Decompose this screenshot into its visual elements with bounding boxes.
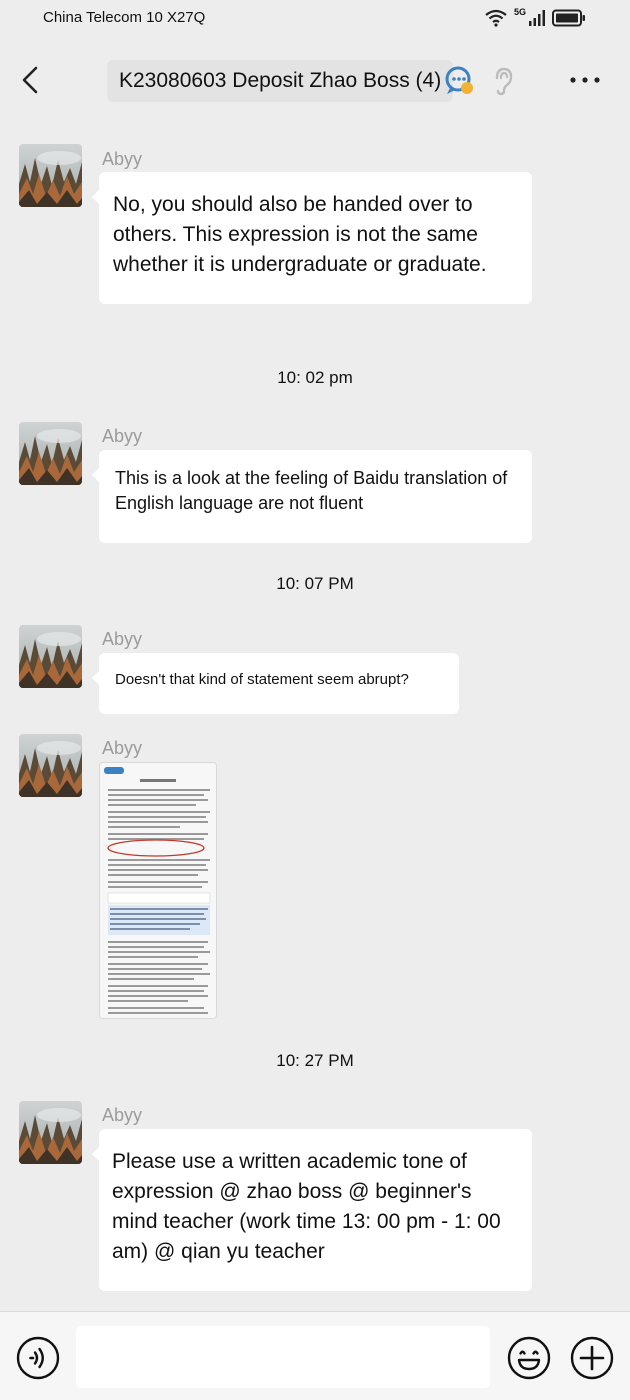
message-text: Please use a written academic tone of ex…: [112, 1150, 501, 1263]
wifi-icon: [485, 9, 507, 27]
voice-icon[interactable]: [16, 1336, 60, 1380]
emoji-icon[interactable]: [507, 1336, 551, 1380]
timestamp: 10: 02 pm: [277, 368, 353, 387]
plus-icon[interactable]: [570, 1336, 614, 1380]
avatar[interactable]: [19, 422, 82, 485]
more-icon[interactable]: [565, 68, 605, 92]
sender-name: Abyy: [102, 629, 143, 649]
message-text: This is a look at the feeling of Baidu t…: [115, 468, 508, 513]
network-label: 5G: [513, 7, 526, 17]
image-message[interactable]: [99, 762, 217, 1019]
message-bubble[interactable]: No, you should also be handed over to ot…: [92, 172, 532, 304]
avatar[interactable]: [19, 625, 82, 688]
avatar[interactable]: [19, 1101, 82, 1164]
status-icons: 5G: [484, 7, 586, 28]
group-chat-icon[interactable]: [443, 64, 477, 98]
message-input[interactable]: [76, 1326, 490, 1388]
timestamp: 10: 07 PM: [276, 574, 354, 593]
timestamp: 10: 27 PM: [276, 1051, 354, 1070]
sender-name: Abyy: [102, 149, 143, 169]
signal-icon: [529, 10, 545, 26]
avatar[interactable]: [19, 144, 82, 207]
sender-name: Abyy: [102, 1105, 143, 1125]
battery-icon: [552, 9, 585, 27]
sender-name: Abyy: [102, 426, 143, 446]
back-icon[interactable]: [16, 62, 48, 98]
input-bar: [0, 1311, 630, 1400]
message-text: No, you should also be handed over to ot…: [113, 193, 487, 276]
ear-icon[interactable]: [490, 66, 516, 96]
chat-header: K23080603 Deposit Zhao Boss (4): [0, 40, 630, 120]
message-text: Doesn't that kind of statement seem abru…: [115, 671, 409, 688]
carrier-label: China Telecom 10 X27Q: [43, 9, 206, 26]
message-bubble[interactable]: This is a look at the feeling of Baidu t…: [92, 450, 532, 543]
avatar[interactable]: [19, 734, 82, 797]
document-screenshot-icon: [100, 763, 216, 1018]
sender-name: Abyy: [102, 738, 143, 758]
message-bubble[interactable]: Please use a written academic tone of ex…: [92, 1129, 532, 1291]
chat-title[interactable]: K23080603 Deposit Zhao Boss (4): [107, 60, 454, 102]
message-bubble[interactable]: Doesn't that kind of statement seem abru…: [92, 653, 459, 714]
status-bar: China Telecom 10 X27Q 5G: [0, 0, 630, 36]
